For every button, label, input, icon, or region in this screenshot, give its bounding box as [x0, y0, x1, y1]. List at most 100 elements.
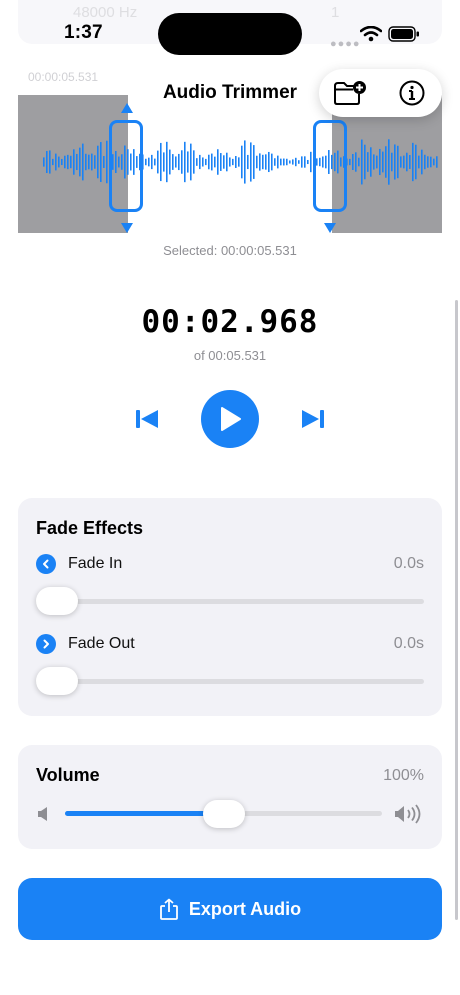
waveform-bar — [298, 160, 300, 164]
fade-in-slider-thumb[interactable] — [36, 587, 78, 615]
info-button[interactable] — [381, 69, 442, 117]
waveform-bar — [370, 147, 372, 177]
waveform-bar — [193, 150, 195, 174]
export-audio-label: Export Audio — [188, 898, 302, 919]
battery-icon — [388, 26, 420, 47]
waveform-bar — [307, 159, 309, 165]
waveform-bar — [412, 142, 414, 182]
waveform-bar — [424, 154, 426, 170]
waveform-bar — [229, 157, 231, 167]
sample-rate-text: 48000 Hz — [73, 4, 138, 21]
waveform-bar — [244, 140, 246, 184]
waveform-bar — [181, 150, 183, 174]
waveform-bar — [154, 158, 156, 166]
waveform-bar — [70, 155, 72, 169]
waveform-bar — [103, 155, 105, 169]
signal-dots-icon: ●●●● — [330, 38, 361, 50]
waveform-bar — [415, 144, 417, 180]
waveform-bar — [232, 158, 234, 166]
fade-out-slider-thumb[interactable] — [36, 667, 78, 695]
waveform-bar — [82, 143, 84, 181]
waveform-bar — [310, 151, 312, 173]
waveform-bar — [196, 158, 198, 166]
waveform-bar — [283, 158, 285, 166]
waveform-bar — [76, 153, 78, 171]
dynamic-island — [158, 13, 302, 55]
waveform-bar — [220, 153, 222, 171]
volume-fill — [65, 811, 224, 816]
volume-slider-thumb[interactable] — [202, 800, 245, 828]
waveform-bar — [223, 155, 225, 169]
waveform-bar — [184, 141, 186, 183]
waveform-bar — [268, 151, 270, 173]
waveform-bar — [247, 154, 249, 170]
waveform-bar — [373, 154, 375, 170]
chevron-left-icon — [36, 554, 56, 574]
waveform-bar — [421, 149, 423, 175]
waveform-bar — [271, 153, 273, 171]
waveform-bar — [67, 154, 69, 170]
fade-effects-title: Fade Effects — [36, 518, 144, 538]
fade-out-slider[interactable] — [36, 679, 424, 684]
waveform-bar — [391, 152, 393, 172]
waveform-bar — [265, 154, 267, 170]
waveform-bar — [364, 144, 366, 180]
skip-forward-button[interactable] — [298, 405, 328, 433]
waveform-bar — [433, 158, 435, 166]
waveform-bar — [388, 139, 390, 185]
waveform-bar — [106, 140, 108, 184]
export-audio-button[interactable]: Export Audio — [18, 878, 442, 940]
fade-out-label: Fade Out — [68, 635, 135, 652]
waveform-bar — [91, 153, 93, 171]
waveform-bar — [301, 156, 303, 168]
speaker-low-icon — [37, 806, 51, 827]
waveform-bar — [208, 154, 210, 170]
waveform-bar — [166, 141, 168, 183]
waveform-bar — [160, 142, 162, 182]
nav-actions — [319, 69, 442, 117]
waveform-bar — [385, 146, 387, 178]
selection-duration-label: Selected: 00:00:05.531 — [163, 243, 297, 258]
waveform-bar — [172, 154, 174, 170]
waveform-bar — [403, 155, 405, 169]
open-file-button[interactable] — [319, 69, 380, 117]
waveform-bar — [205, 158, 207, 166]
waveform-bar — [409, 155, 411, 169]
wifi-icon — [359, 25, 383, 47]
waveform-bar — [88, 154, 90, 170]
play-button[interactable] — [201, 390, 259, 448]
channels-text: 1 — [331, 4, 340, 21]
waveform-bar — [397, 145, 399, 179]
waveform-bar — [292, 159, 294, 165]
current-time-display: 00:02.968 — [141, 304, 319, 340]
waveform-bar — [253, 145, 255, 179]
waveform-bar — [304, 156, 306, 168]
waveform-bar — [97, 145, 99, 179]
waveform-bar — [157, 150, 159, 174]
waveform-bar — [211, 153, 213, 171]
fade-in-slider[interactable] — [36, 599, 424, 604]
waveform-bar — [163, 152, 165, 172]
waveform-bar — [367, 152, 369, 172]
volume-title: Volume — [36, 765, 100, 785]
waveform-bar — [418, 155, 420, 169]
waveform-bar — [352, 153, 354, 171]
trim-start-handle[interactable] — [109, 120, 143, 212]
waveform-bar — [358, 157, 360, 167]
waveform-bar — [400, 156, 402, 168]
skip-back-button[interactable] — [132, 405, 162, 433]
speaker-high-icon — [394, 804, 424, 829]
waveform-bar — [379, 148, 381, 176]
scroll-indicator[interactable] — [455, 300, 458, 920]
waveform-bar — [46, 150, 48, 174]
waveform-bar — [349, 158, 351, 166]
waveform-bar — [238, 157, 240, 167]
waveform-bar — [52, 158, 54, 166]
waveform-bar — [145, 158, 147, 166]
waveform-bar — [85, 153, 87, 171]
trim-end-handle[interactable] — [313, 120, 347, 212]
waveform-bar — [43, 157, 45, 167]
waveform-bar — [376, 155, 378, 169]
fade-effects-card: Fade Effects Fade In 0.0s Fade Out 0.0s — [18, 498, 442, 716]
waveform-bar — [274, 158, 276, 166]
